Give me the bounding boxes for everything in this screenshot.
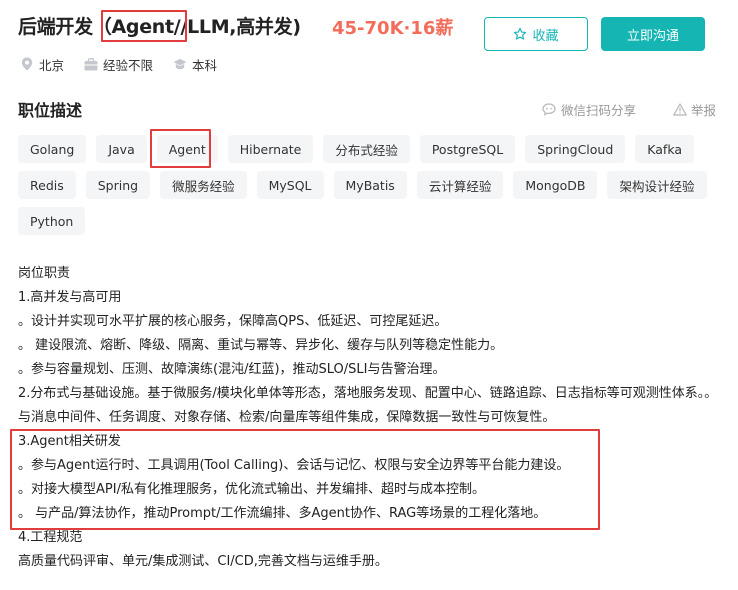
skill-tags: Golang Java Agent Hibernate 分布式经验 Postgr… bbox=[18, 135, 718, 235]
report-link[interactable]: 举报 bbox=[673, 100, 716, 119]
skill-tag: MyBatis bbox=[333, 171, 407, 199]
description-line: 2.分布式与基础设施。基于微服务/模块化单体等形态，落地服务发现、配置中心、链路… bbox=[18, 386, 718, 425]
skill-tag: 架构设计经验 bbox=[607, 171, 707, 199]
description-line: 。 与产品/算法协作，推动Prompt/工作流编排、多Agent协作、RAG等场… bbox=[18, 506, 547, 521]
location-pin-icon bbox=[20, 57, 34, 71]
favorite-label: 收藏 bbox=[532, 28, 559, 44]
description-line: 。对接大模型API/私有化推理服务，优化流式输出、并发编排、超时与成本控制。 bbox=[18, 482, 485, 497]
skill-tag: 分布式经验 bbox=[323, 135, 410, 163]
location-text: 北京 bbox=[39, 57, 65, 73]
report-label: 举报 bbox=[691, 103, 717, 118]
description-line: 。参与容量规划、压测、故障演练(混沌/红蓝)，推动SLO/SLI与告警治理。 bbox=[18, 362, 446, 377]
description-line: 岗位职责 bbox=[18, 266, 71, 281]
description-line: 3.Agent相关研发 bbox=[18, 434, 121, 449]
chat-bubble-icon bbox=[542, 103, 556, 116]
job-title: 后端开发（Agent//LLM,高并发) bbox=[18, 16, 301, 38]
skill-tag: Spring bbox=[85, 171, 151, 199]
description-line: 4.工程规范 bbox=[18, 530, 83, 545]
description-line: 。设计并实现可水平扩展的核心服务，保障高QPS、低延迟、可控尾延迟。 bbox=[18, 314, 448, 329]
skill-tag: MySQL bbox=[256, 171, 324, 199]
description-line: 。参与Agent运行时、工具调用(Tool Calling)、会话与记忆、权限与… bbox=[18, 458, 570, 473]
meta-education: 本科 bbox=[173, 55, 217, 74]
meta-experience: 经验不限 bbox=[84, 55, 153, 74]
description-line: 1.高并发与高可用 bbox=[18, 290, 122, 305]
meta-location: 北京 bbox=[20, 55, 64, 74]
skill-tag: Kafka bbox=[635, 135, 694, 163]
chat-now-button[interactable]: 立即沟通 bbox=[601, 17, 705, 51]
skill-tag: Agent bbox=[156, 135, 218, 163]
skill-tag: PostgreSQL bbox=[419, 135, 516, 163]
warning-icon bbox=[673, 103, 687, 116]
skill-tag: Python bbox=[18, 207, 86, 235]
education-text: 本科 bbox=[192, 57, 218, 73]
description-line: 。 建设限流、熔断、降级、隔离、重试与幂等、异步化、缓存与队列等稳定性能力。 bbox=[18, 338, 504, 353]
experience-text: 经验不限 bbox=[103, 57, 154, 73]
star-icon bbox=[513, 27, 527, 41]
graduation-cap-icon bbox=[173, 57, 187, 71]
skill-tag: MongoDB bbox=[513, 171, 598, 199]
skill-tag: 微服务经验 bbox=[160, 171, 247, 199]
salary: 45-70K·16薪 bbox=[332, 18, 454, 39]
share-wechat-link[interactable]: 微信扫码分享 bbox=[542, 100, 636, 119]
section-title: 职位描述 bbox=[18, 101, 83, 120]
description-line: 高质量代码评审、单元/集成测试、CI/CD,完善文档与运维手册。 bbox=[18, 554, 388, 569]
skill-tag: SpringCloud bbox=[525, 135, 626, 163]
share-label: 微信扫码分享 bbox=[561, 103, 637, 118]
skill-tag: Golang bbox=[18, 135, 87, 163]
job-meta: 北京 经验不限 本科 bbox=[20, 55, 237, 73]
skill-tag: Redis bbox=[18, 171, 76, 199]
skill-tag: Java bbox=[96, 135, 147, 163]
briefcase-icon bbox=[84, 57, 98, 71]
skill-tag: 云计算经验 bbox=[416, 171, 504, 199]
job-description: 岗位职责 1.高并发与高可用 。设计并实现可水平扩展的核心服务，保障高QPS、低… bbox=[18, 262, 730, 574]
favorite-button[interactable]: 收藏 bbox=[484, 17, 588, 51]
skill-tag: Hibernate bbox=[227, 135, 314, 163]
